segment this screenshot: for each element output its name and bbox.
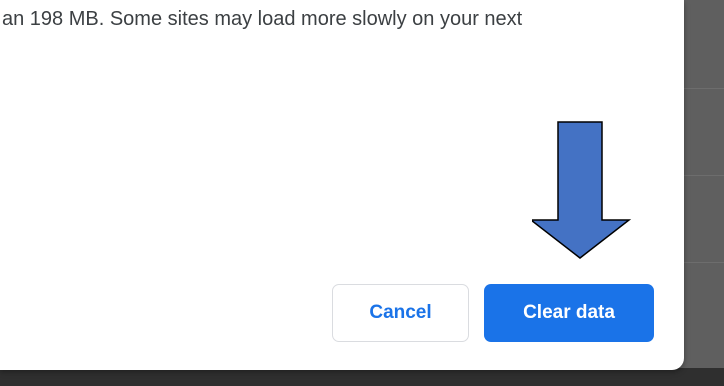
backdrop-divider: [684, 175, 724, 176]
down-arrow-icon: [532, 121, 632, 259]
clear-data-button[interactable]: Clear data: [484, 284, 654, 342]
dialog-message: an 198 MB. Some sites may load more slow…: [2, 8, 523, 30]
bottom-shade: [0, 368, 724, 386]
backdrop-divider: [684, 262, 724, 263]
backdrop-divider: [684, 88, 724, 89]
cancel-button[interactable]: Cancel: [332, 284, 469, 342]
